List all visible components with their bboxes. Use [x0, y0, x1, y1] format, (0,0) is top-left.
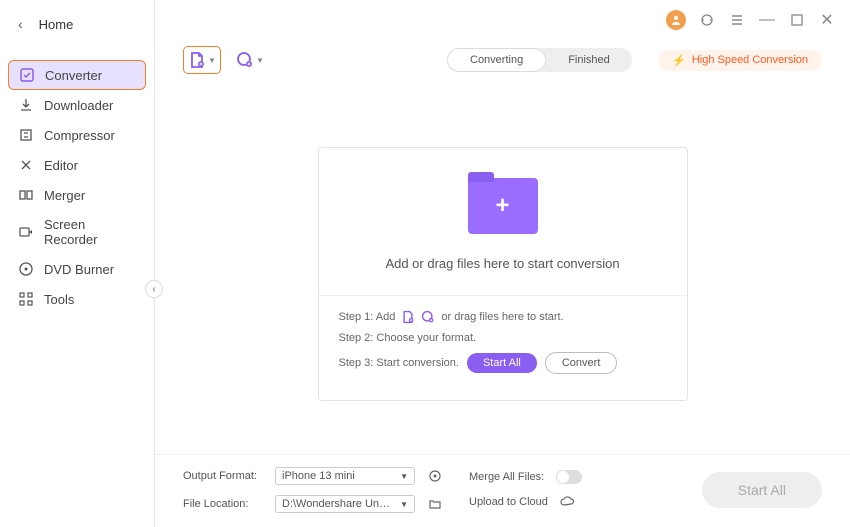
step-3: Step 3: Start conversion. Start All Conv… — [339, 352, 667, 374]
settings-icon[interactable] — [427, 468, 443, 484]
sidebar-label: Converter — [45, 68, 102, 83]
drop-message: Add or drag files here to start conversi… — [385, 256, 619, 271]
back-icon: ‹ — [18, 16, 23, 32]
recorder-icon — [18, 224, 34, 240]
circle-plus-icon — [236, 51, 254, 69]
sidebar-item-editor[interactable]: Editor — [0, 150, 154, 180]
sidebar-label: Merger — [44, 188, 85, 203]
caret-icon: ▼ — [400, 472, 408, 481]
sidebar-label: Tools — [44, 292, 74, 307]
dvd-icon — [18, 261, 34, 277]
add-file-button[interactable]: ▼ — [183, 46, 221, 74]
merge-files-toggle[interactable] — [556, 470, 582, 484]
support-icon[interactable] — [698, 11, 716, 29]
caret-icon: ▼ — [256, 56, 264, 65]
file-plus-icon — [188, 51, 206, 69]
converter-icon — [19, 67, 35, 83]
folder-icon: + — [468, 178, 538, 234]
convert-button[interactable]: Convert — [545, 352, 618, 374]
sidebar-item-tools[interactable]: Tools — [0, 284, 154, 314]
home-label: Home — [39, 17, 74, 32]
step-1: Step 1: Add or drag files here to start. — [339, 310, 667, 324]
high-speed-badge[interactable]: ⚡ High Speed Conversion — [658, 50, 822, 71]
sidebar-label: Downloader — [44, 98, 113, 113]
tab-converting[interactable]: Converting — [447, 48, 546, 72]
caret-icon: ▼ — [400, 500, 408, 509]
status-tabs: Converting Finished — [447, 48, 632, 72]
close-icon[interactable]: ✕ — [818, 11, 836, 29]
merge-files-label: Merge All Files: — [469, 471, 544, 483]
upload-cloud-label: Upload to Cloud — [469, 496, 548, 508]
sidebar-item-screen-recorder[interactable]: Screen Recorder — [0, 210, 154, 254]
start-all-button[interactable]: Start All — [702, 472, 822, 508]
sidebar-item-merger[interactable]: Merger — [0, 180, 154, 210]
file-plus-icon — [401, 310, 415, 324]
sidebar-item-dvd-burner[interactable]: DVD Burner — [0, 254, 154, 284]
merger-icon — [18, 187, 34, 203]
editor-icon — [18, 157, 34, 173]
caret-icon: ▼ — [208, 56, 216, 65]
menu-icon[interactable] — [728, 11, 746, 29]
lightning-icon: ⚡ — [672, 54, 686, 67]
file-location-label: File Location: — [183, 498, 263, 510]
back-home[interactable]: ‹ Home — [0, 10, 154, 38]
tools-icon — [18, 291, 34, 307]
avatar[interactable] — [666, 10, 686, 30]
compress-icon — [18, 127, 34, 143]
download-icon — [18, 97, 34, 113]
sidebar-item-compressor[interactable]: Compressor — [0, 120, 154, 150]
collapse-sidebar-button[interactable]: ‹ — [145, 280, 163, 298]
sidebar-label: Screen Recorder — [44, 217, 136, 247]
step-2: Step 2: Choose your format. — [339, 332, 667, 344]
file-location-dropdown[interactable]: D:\Wondershare UniConverter 1 ▼ — [275, 495, 415, 513]
dropzone[interactable]: + Add or drag files here to start conver… — [318, 147, 688, 401]
sidebar-item-downloader[interactable]: Downloader — [0, 90, 154, 120]
start-all-small-button[interactable]: Start All — [467, 353, 537, 373]
tab-finished[interactable]: Finished — [546, 48, 632, 72]
sidebar-label: Editor — [44, 158, 78, 173]
output-format-label: Output Format: — [183, 470, 263, 482]
folder-open-icon[interactable] — [427, 496, 443, 512]
maximize-icon[interactable] — [788, 11, 806, 29]
sidebar-label: Compressor — [44, 128, 115, 143]
sidebar-label: DVD Burner — [44, 262, 114, 277]
cloud-icon[interactable] — [560, 494, 576, 510]
circle-plus-icon — [421, 310, 435, 324]
add-url-button[interactable]: ▼ — [231, 46, 269, 74]
sidebar-item-converter[interactable]: Converter — [8, 60, 146, 90]
minimize-icon[interactable]: — — [758, 11, 776, 29]
output-format-dropdown[interactable]: iPhone 13 mini ▼ — [275, 467, 415, 485]
